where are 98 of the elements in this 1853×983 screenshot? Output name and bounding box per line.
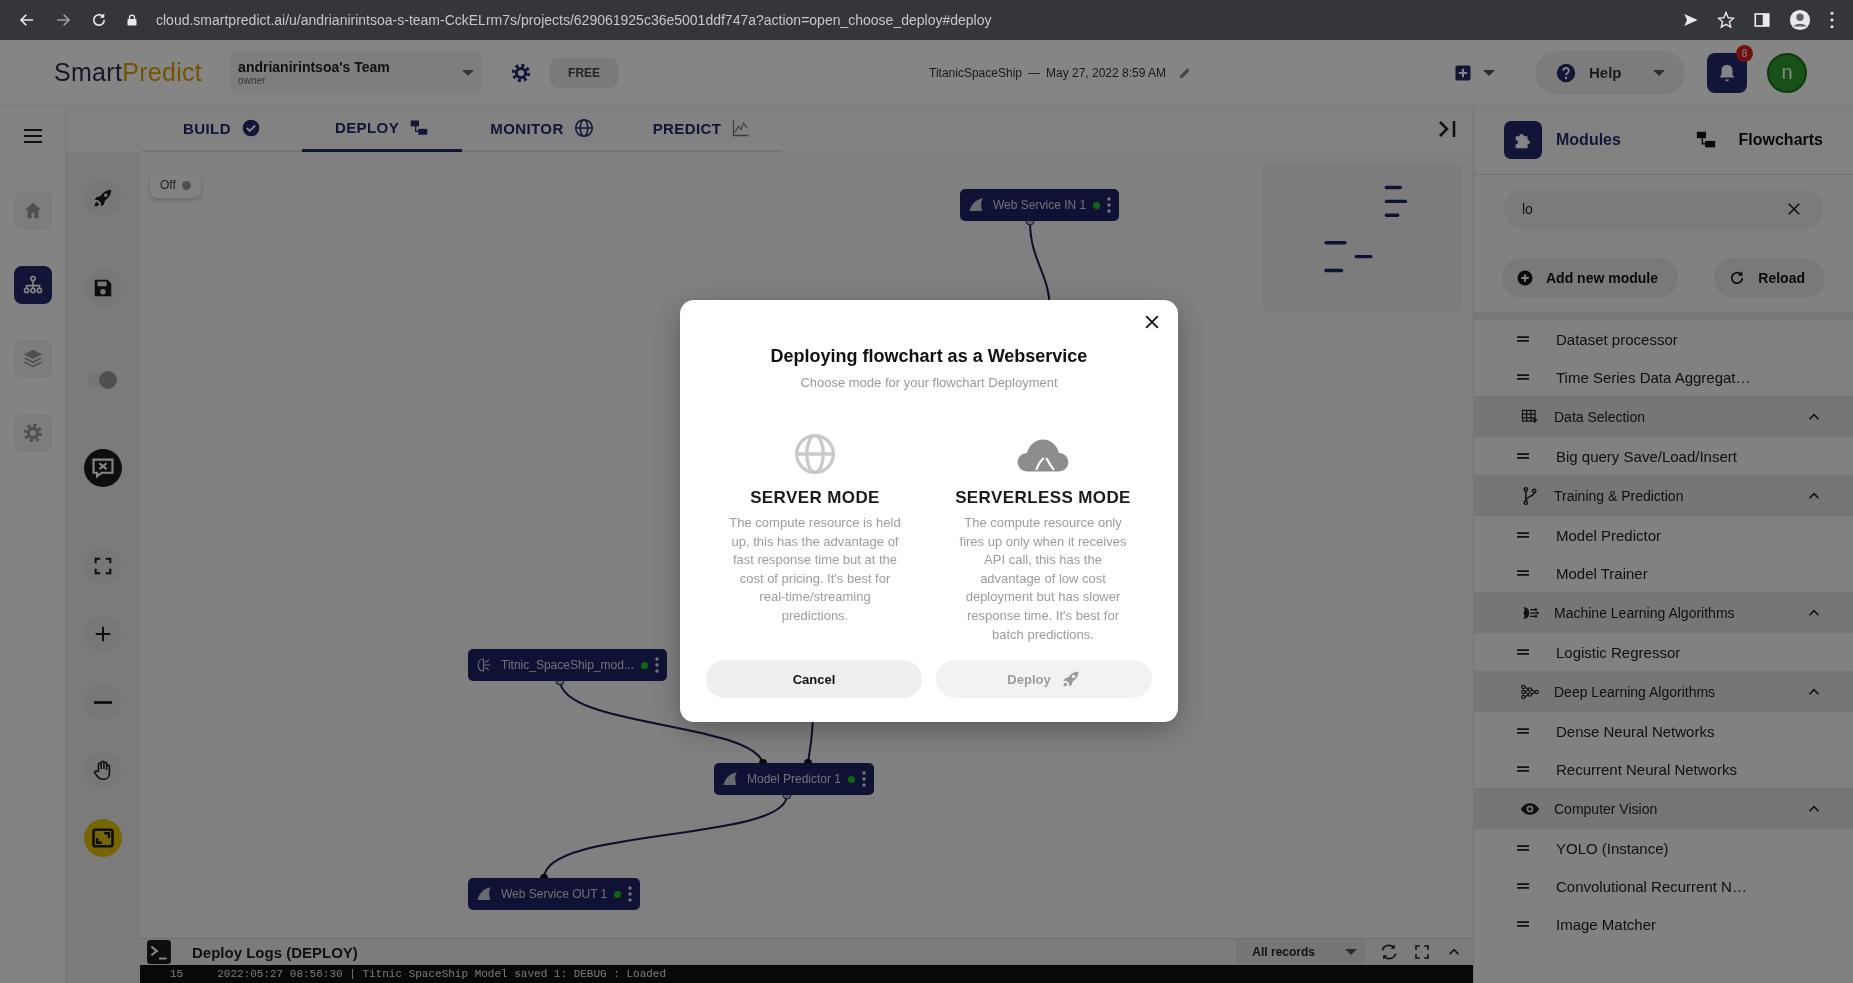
fullscreen-icon [92,555,114,577]
pencil-icon[interactable] [1178,65,1193,80]
module-item[interactable]: YOLO (Instance) [1474,829,1853,867]
category-header[interactable]: Data Selection [1474,396,1853,437]
layers-icon [21,348,44,370]
add-module-button[interactable]: Add new module [1502,258,1678,298]
save-button[interactable] [84,269,122,307]
fit-view-button[interactable] [84,819,122,857]
plan-badge: FREE [550,57,619,88]
category-header[interactable]: Deep Learning Algorithms [1474,671,1853,712]
refresh-icon[interactable] [1379,942,1399,962]
caret-icon [1345,949,1357,955]
settings-icon [21,422,44,444]
status-dot [640,661,648,669]
kebab-menu-icon[interactable] [862,770,867,788]
line-chart-icon [731,118,752,138]
records-dropdown[interactable]: All records [1236,938,1365,966]
module-item[interactable]: Time Series Data Aggregat… [1474,358,1853,396]
search-field[interactable]: lo [1504,189,1823,229]
rocket-icon [92,187,114,209]
fullscreen-icon[interactable] [1413,943,1431,961]
globe-icon [573,118,594,138]
team-dropdown[interactable]: andrianirintsoa's Team owner [230,50,483,95]
module-item[interactable]: Convolutional Recurrent N… [1474,867,1853,905]
mode-option[interactable]: SERVERLESS MODE The compute resource only fires up only when it receives API call, this has the advantage of low cost deployment but has slower response time. It's best for batch predictions. [934,428,1152,645]
panel-tab[interactable]: Flowcharts [1686,121,1823,159]
user-avatar[interactable]: n [1767,52,1807,93]
logo: SmartPredict [54,58,203,87]
zoom-in-button[interactable] [84,615,122,653]
check-circle-icon [240,118,261,138]
clear-icon[interactable] [1785,200,1803,218]
status-dot [848,775,856,783]
kebab-menu-icon[interactable] [1107,196,1112,214]
module-item[interactable]: Recurrent Neural Networks [1474,750,1853,788]
kebab-menu-icon[interactable] [628,885,633,903]
fin-icon [968,196,986,214]
help-icon [1555,61,1577,84]
flow-node[interactable]: Titnic_SpaceShip_mod... [468,649,667,681]
status-toggle[interactable]: Off [150,172,201,198]
project-name: TitanicSpaceShip [929,65,1022,80]
module-item[interactable]: Dataset processor [1474,320,1853,358]
module-item[interactable]: Model Predictor [1474,516,1853,554]
launch-button[interactable] [84,179,122,217]
zoom-out-button[interactable] [84,683,122,721]
caret-icon [462,69,475,76]
module-item[interactable]: Image Matcher [1474,905,1853,943]
send-icon[interactable] [1683,12,1699,28]
dialog-title: Deploying flowchart as a Webservice [770,346,1088,367]
reload-button[interactable]: Reload [1714,258,1825,298]
module-item[interactable]: Dense Neural Networks [1474,712,1853,750]
minus-icon [94,700,112,704]
module-item[interactable]: Big query Save/Load/Insert [1474,437,1853,475]
fin-icon [722,770,740,788]
status-dot [614,890,622,898]
help-button[interactable]: Help [1535,50,1685,95]
plus-circle-icon [1516,269,1534,287]
category-header[interactable]: Machine Learning Algorithms [1474,592,1853,633]
dialog-subtitle: Choose mode for your flowchart Deployment [800,375,1058,390]
globe-icon [793,432,837,476]
line-number: 15 [170,967,184,982]
kebab-menu-icon[interactable] [654,656,659,674]
fullscreen-button[interactable] [84,547,122,585]
cancel-button[interactable]: Cancel [706,660,922,698]
rocket-icon [1060,669,1081,689]
reload-icon[interactable] [90,11,108,29]
caret-icon [1483,69,1495,76]
flow-node[interactable]: Web Service IN 1 [960,189,1120,221]
profile-icon[interactable] [1789,9,1811,31]
panel-tab[interactable]: Modules [1504,121,1621,159]
caret-icon [1653,69,1665,76]
status-dot [1093,201,1101,209]
fin-icon [476,885,494,903]
module-item[interactable]: Model Trainer [1474,554,1853,592]
save-icon [92,277,114,299]
flow-node[interactable]: Web Service OUT 1 [468,878,641,910]
mode-option[interactable]: SERVER MODE The compute resource is held up, this has the advantage of fast response time but at the cost of pricing. It's best for real-time/streaming predictions. [706,428,924,645]
logs-title: Deploy Logs (DEPLOY) [192,943,359,961]
lock-icon [126,13,138,27]
settings-icon[interactable] [510,61,533,84]
more-icon[interactable] [1829,11,1835,29]
notification-count: 8 [1736,44,1753,62]
back-arrow-icon[interactable] [18,11,36,29]
separator: — [1028,65,1040,80]
star-icon[interactable] [1717,11,1735,29]
category-header[interactable]: Training & Prediction [1474,475,1853,516]
forward-arrow-icon[interactable] [54,11,72,29]
message-close-button[interactable] [84,449,122,487]
module-item[interactable]: Logistic Regressor [1474,633,1853,671]
log-line: 2022:05:27 08:56:30 | Titnic SpaceShip Model saved 1: DEBUG : Loaded [217,967,667,982]
sitemap-icon [21,274,44,296]
team-role: owner [238,75,267,86]
pan-button[interactable] [84,751,122,789]
flowchart-button[interactable] [13,266,52,304]
flow-node[interactable]: Model Predictor 1 [714,763,875,795]
team-name: andrianirintsoa's Team [238,59,391,75]
category-header[interactable]: Computer Vision [1474,788,1853,829]
project-date: May 27, 2022 8:59 AM [1046,65,1167,80]
sidebar-icon[interactable] [1753,11,1771,29]
